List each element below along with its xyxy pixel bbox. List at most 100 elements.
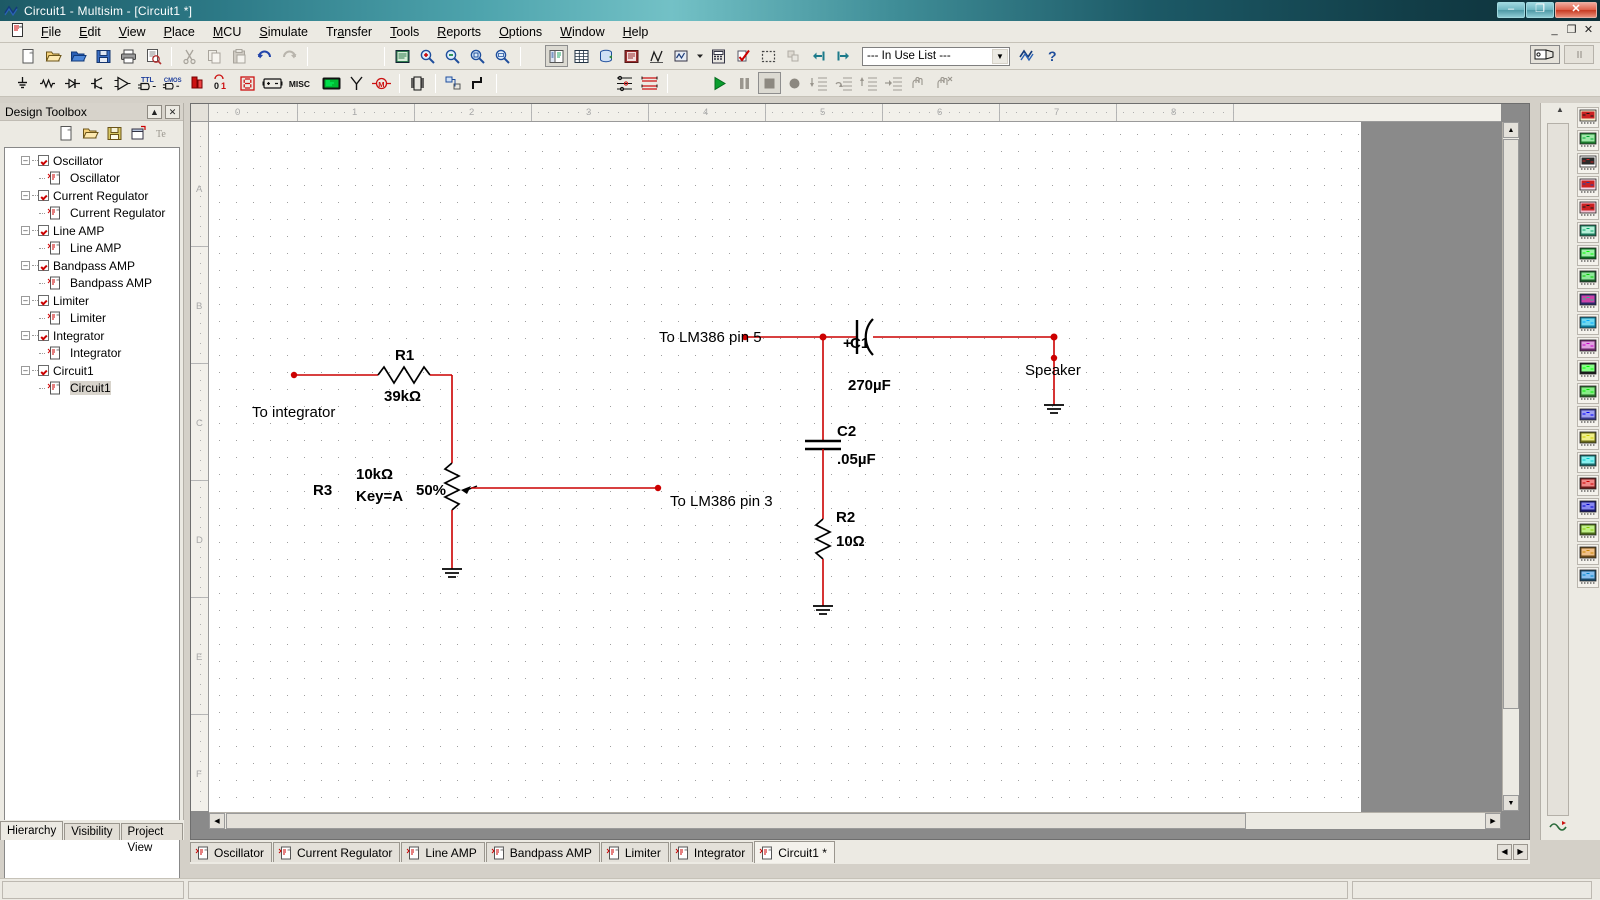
tree-node-circuit1[interactable]: – Circuit1 bbox=[7, 362, 177, 380]
mdi-close-button[interactable]: ✕ bbox=[1581, 24, 1596, 38]
measurement-probe-icon[interactable] bbox=[1577, 544, 1599, 565]
place-basic-icon[interactable] bbox=[36, 72, 59, 94]
logic-converter-icon[interactable] bbox=[1577, 314, 1599, 335]
in-use-list-dropdown[interactable]: --- In Use List --- ▼ bbox=[862, 46, 1010, 66]
vertical-scroll-thumb[interactable] bbox=[1503, 139, 1519, 709]
tree-leaf-oscillator[interactable]: Oscillator bbox=[7, 170, 177, 188]
place-mixed-icon[interactable]: 01 bbox=[211, 72, 234, 94]
multimeter-icon[interactable] bbox=[1577, 107, 1599, 128]
place-power-icon[interactable] bbox=[261, 72, 284, 94]
iv-analyzer-icon[interactable] bbox=[1577, 337, 1599, 358]
spectrum-analyzer-icon[interactable] bbox=[1577, 383, 1599, 404]
zoom-area-icon[interactable] bbox=[466, 45, 489, 67]
chevron-down-icon[interactable]: ▼ bbox=[992, 48, 1008, 64]
save-project-icon[interactable] bbox=[105, 124, 123, 142]
transfer-to-ultiboard-icon[interactable] bbox=[832, 45, 855, 67]
paste-icon[interactable] bbox=[228, 45, 251, 67]
tree-collapse-toggle[interactable]: – bbox=[21, 296, 30, 306]
pause-at-icon[interactable] bbox=[908, 72, 931, 94]
help-question-icon[interactable]: ? bbox=[1041, 45, 1064, 67]
close-project-icon[interactable] bbox=[129, 124, 147, 142]
scroll-right-button[interactable]: ▶ bbox=[1485, 813, 1501, 829]
open-project-icon[interactable] bbox=[81, 124, 99, 142]
collapse-panel-button[interactable]: ▲ bbox=[147, 104, 162, 119]
dock-tab-visibility[interactable]: Visibility bbox=[64, 823, 120, 840]
menu-item-options[interactable]: Options bbox=[490, 23, 551, 41]
frequency-counter-icon[interactable] bbox=[1577, 245, 1599, 266]
step-over-icon[interactable] bbox=[833, 72, 856, 94]
open-design-icon[interactable] bbox=[67, 45, 90, 67]
menu-item-window[interactable]: Window bbox=[551, 23, 613, 41]
dock-tab-hierarchy[interactable]: Hierarchy bbox=[0, 821, 64, 840]
minimize-button[interactable]: – bbox=[1497, 2, 1525, 18]
word-generator-icon[interactable] bbox=[1577, 268, 1599, 289]
tree-node-current-regulator[interactable]: – Current Regulator bbox=[7, 187, 177, 205]
list-view-icon[interactable] bbox=[638, 72, 661, 94]
dock-tab-project-view[interactable]: Project View bbox=[120, 823, 183, 854]
run-icon[interactable] bbox=[708, 72, 731, 94]
tree-collapse-toggle[interactable]: – bbox=[21, 156, 30, 166]
place-diode-icon[interactable] bbox=[61, 72, 84, 94]
hierarchy-tree[interactable]: – Oscillator Oscillator – Current Regulator C… bbox=[4, 147, 180, 895]
cut-icon[interactable] bbox=[178, 45, 201, 67]
tree-checkbox[interactable] bbox=[38, 260, 49, 272]
sheet-tab-bandpass-amp[interactable]: Bandpass AMP bbox=[485, 842, 600, 862]
place-rf-icon[interactable] bbox=[345, 72, 368, 94]
menu-item-mcu[interactable]: MCU bbox=[204, 23, 250, 41]
instruments-collapse-button[interactable]: ▲ bbox=[1547, 105, 1573, 119]
copy-icon[interactable] bbox=[203, 45, 226, 67]
distortion-analyzer-icon[interactable] bbox=[1577, 360, 1599, 381]
menu-item-place[interactable]: Place bbox=[155, 23, 204, 41]
full-screen-icon[interactable] bbox=[391, 45, 414, 67]
tree-node-integrator[interactable]: – Integrator bbox=[7, 327, 177, 345]
sheet-tab-oscillator[interactable]: Oscillator bbox=[190, 842, 273, 862]
pause-strip-icon[interactable] bbox=[1564, 45, 1594, 64]
database-icon[interactable] bbox=[595, 45, 618, 67]
mdi-minimize-button[interactable]: _ bbox=[1547, 24, 1562, 38]
vertical-scrollbar[interactable]: ▲ ▼ bbox=[1502, 122, 1519, 811]
restore-button[interactable]: ❐ bbox=[1526, 2, 1554, 18]
instruments-overflow-icon[interactable] bbox=[1547, 818, 1569, 834]
component-wizard-icon[interactable] bbox=[620, 45, 643, 67]
place-bus-icon[interactable] bbox=[467, 72, 490, 94]
menu-item-file[interactable]: File bbox=[32, 23, 70, 41]
place-transistor-icon[interactable] bbox=[86, 72, 109, 94]
toggle-breakpoint-icon[interactable] bbox=[933, 72, 956, 94]
print-preview-icon[interactable] bbox=[142, 45, 165, 67]
tree-collapse-toggle[interactable]: – bbox=[21, 261, 30, 271]
agilent-multimeter-icon[interactable] bbox=[1577, 452, 1599, 473]
logic-analyzer-icon[interactable] bbox=[1577, 291, 1599, 312]
place-advanced-peripherals-icon[interactable] bbox=[320, 72, 343, 94]
sheet-tab-circuit1[interactable]: Circuit1 * bbox=[754, 841, 835, 863]
tree-node-bandpass-amp[interactable]: – Bandpass AMP bbox=[7, 257, 177, 275]
menu-item-transfer[interactable]: Transfer bbox=[317, 23, 381, 41]
horizontal-scroll-thumb[interactable] bbox=[226, 813, 1246, 829]
oscilloscope-icon[interactable] bbox=[1577, 176, 1599, 197]
spreadsheet-view-icon[interactable] bbox=[570, 45, 593, 67]
back-annotate-icon[interactable] bbox=[782, 45, 805, 67]
menu-item-reports[interactable]: Reports bbox=[428, 23, 490, 41]
tree-node-oscillator[interactable]: – Oscillator bbox=[7, 152, 177, 170]
function-generator-icon[interactable] bbox=[1577, 130, 1599, 151]
postprocessor-icon[interactable] bbox=[707, 45, 730, 67]
place-mcu-icon[interactable] bbox=[406, 72, 429, 94]
agilent-oscilloscope-icon[interactable] bbox=[1577, 475, 1599, 496]
analyses-chevron-icon[interactable] bbox=[695, 45, 705, 67]
grapher-view-icon[interactable] bbox=[613, 72, 636, 94]
sheet-tab-limiter[interactable]: Limiter bbox=[600, 842, 669, 862]
tree-checkbox[interactable] bbox=[38, 190, 49, 202]
place-analog-icon[interactable] bbox=[111, 72, 134, 94]
menu-item-help[interactable]: Help bbox=[614, 23, 658, 41]
text-icon[interactable]: Te bbox=[153, 124, 171, 142]
sheet-tab-line-amp[interactable]: Line AMP bbox=[401, 842, 485, 862]
new-file-icon[interactable] bbox=[17, 45, 40, 67]
current-clamp-icon[interactable] bbox=[1577, 567, 1599, 588]
sheet-tab-prev-button[interactable]: ◀ bbox=[1497, 844, 1512, 860]
erc-icon[interactable] bbox=[732, 45, 755, 67]
design-toolbox-icon[interactable] bbox=[545, 45, 568, 67]
tree-collapse-toggle[interactable]: – bbox=[21, 226, 30, 236]
tree-leaf-bandpass-amp[interactable]: Bandpass AMP bbox=[7, 275, 177, 293]
place-misc-digital-icon[interactable] bbox=[186, 72, 209, 94]
tree-checkbox[interactable] bbox=[38, 330, 49, 342]
analyses-dropdown-icon[interactable] bbox=[670, 45, 693, 67]
